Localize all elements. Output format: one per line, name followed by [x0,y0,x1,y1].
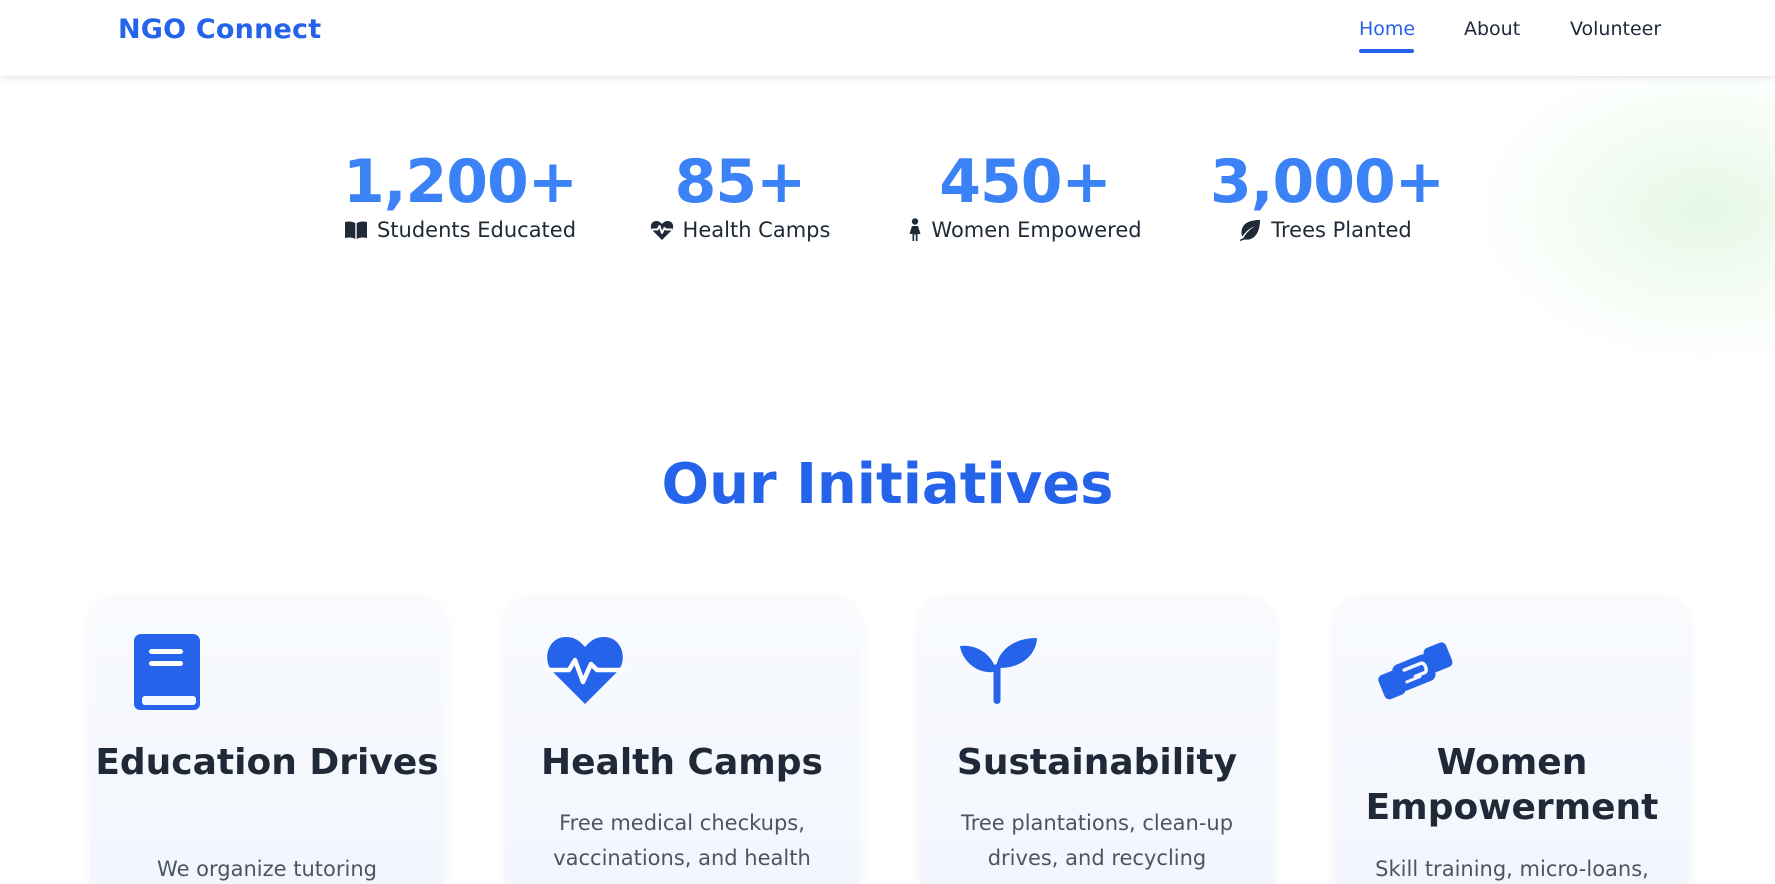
stat-value: 1,200+ [342,147,578,217]
stat-women: 450+ Women Empowered [900,148,1150,242]
nav-home-link[interactable]: Home [1359,18,1415,40]
book-icon [130,634,208,718]
card-title: Education Drives [95,742,439,783]
stat-label: Women Empowered [931,218,1142,242]
initiative-card-health[interactable]: Health Camps Free medical checkups, vacc… [505,596,859,884]
brand-logo[interactable]: NGO Connect [118,14,321,45]
seedling-icon [960,634,1040,710]
page: NGO Connect Home About Volunteer 1,200+ … [0,0,1775,884]
heartbeat-icon [650,219,674,241]
initiative-card-women[interactable]: Women Empowerment Skill training, micro-… [1335,596,1689,884]
card-description: Skill training, micro-loans, [1375,857,1649,881]
stat-label: Trees Planted [1271,218,1412,242]
heart-pulse-icon [544,634,626,710]
nav-active-indicator [1359,49,1414,53]
stat-health-camps: 85+ Health Camps [640,148,840,242]
stat-label: Health Camps [682,218,831,242]
card-description: Free medical checkups, vaccinations, and… [553,811,811,870]
nav-volunteer-link[interactable]: Volunteer [1570,18,1661,40]
stat-label: Students Educated [376,218,577,242]
card-title: Women Empowerment [1365,742,1659,828]
card-description: We organize tutoring [157,857,377,881]
card-title: Sustainability [956,742,1238,783]
female-person-icon [908,218,922,242]
book-open-icon [344,220,368,240]
card-description: Tree plantations, clean-up drives, and r… [960,811,1234,870]
card-title: Health Camps [541,742,823,783]
decorative-glow [1480,60,1775,360]
stat-students: 1,200+ Students Educated [340,148,580,242]
initiative-card-sustainability[interactable]: Sustainability Tree plantations, clean-u… [920,596,1274,884]
leaf-icon [1238,219,1262,241]
stat-value: 3,000+ [1210,147,1445,217]
stat-value: 450+ [939,147,1112,217]
handshake-icon [1375,634,1455,710]
stat-value: 85+ [674,147,807,217]
site-header: NGO Connect Home About Volunteer [0,0,1775,76]
stat-trees: 3,000+ Trees Planted [1210,147,1445,242]
initiative-card-education[interactable]: Education Drives We organize tutoring [90,596,444,884]
nav-about-link[interactable]: About [1464,18,1520,40]
section-title: Our Initiatives [661,452,1114,517]
